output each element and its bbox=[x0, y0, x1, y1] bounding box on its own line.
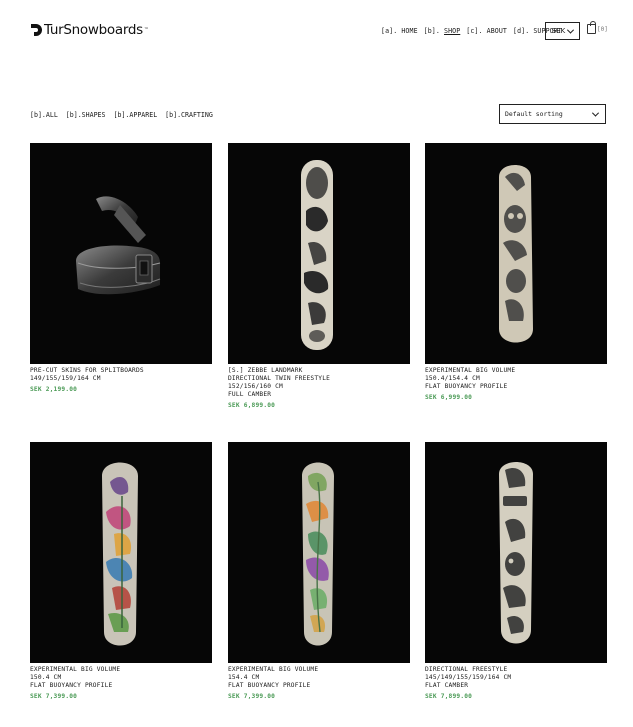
product-image[interactable] bbox=[425, 442, 607, 663]
product-spec: FLAT BUOYANCY PROFILE bbox=[30, 682, 113, 689]
product-card[interactable]: EXPERIMENTAL BIG VOLUME 150.4 CM FLAT BU… bbox=[30, 442, 212, 700]
product-image[interactable] bbox=[425, 143, 607, 364]
product-image[interactable] bbox=[30, 143, 212, 364]
product-spec: FLAT BUOYANCY PROFILE bbox=[228, 682, 311, 689]
currency-value: SEK bbox=[551, 27, 566, 35]
brand-name: TurSnowboards bbox=[44, 22, 143, 38]
product-spec: 149/155/159/164 CM bbox=[30, 375, 101, 382]
product-card[interactable]: [S.] ZEBBE LANDMARK DIRECTIONAL TWIN FRE… bbox=[228, 143, 410, 409]
product-image[interactable] bbox=[228, 143, 410, 364]
product-price: SEK 7,399.00 bbox=[30, 693, 78, 700]
nav-shop[interactable]: [b]. SHOP bbox=[424, 27, 461, 35]
product-name[interactable]: [S.] ZEBBE LANDMARK bbox=[228, 367, 410, 375]
product-card[interactable]: DIRECTIONAL FREESTYLE 145/149/155/159/16… bbox=[425, 442, 607, 700]
product-spec: FLAT CAMBER bbox=[425, 682, 469, 689]
nav-tag: [b]. bbox=[423, 27, 440, 35]
product-price: SEK 6,899.00 bbox=[228, 402, 276, 409]
sort-dropdown[interactable]: Default sorting bbox=[499, 104, 606, 124]
floral-board-image bbox=[102, 462, 138, 646]
product-card[interactable]: EXPERIMENTAL BIG VOLUME 154.4 CM FLAT BU… bbox=[228, 442, 410, 700]
product-spec: 154.4 CM bbox=[228, 674, 260, 681]
product-name[interactable]: EXPERIMENTAL BIG VOLUME bbox=[228, 666, 410, 674]
product-name[interactable]: EXPERIMENTAL BIG VOLUME bbox=[30, 666, 212, 674]
brand-logo[interactable]: TurSnowboards ™ bbox=[30, 22, 149, 38]
leaf-board-image bbox=[302, 462, 334, 646]
duck-board-image bbox=[499, 462, 533, 644]
skins-roll-image bbox=[76, 196, 161, 295]
currency-selector[interactable]: SEK bbox=[545, 22, 580, 40]
product-spec: 152/156/160 CM bbox=[228, 383, 283, 390]
product-name[interactable]: DIRECTIONAL FREESTYLE bbox=[425, 666, 607, 674]
nav-about[interactable]: [c]. ABOUT bbox=[466, 27, 507, 35]
logo-mark-icon bbox=[31, 24, 42, 36]
sort-selected-value: Default sorting bbox=[505, 110, 563, 118]
shopping-bag-icon bbox=[587, 21, 596, 34]
filter-shapes[interactable]: [b].SHAPES bbox=[66, 111, 106, 119]
filter-apparel[interactable]: [b].APPAREL bbox=[114, 111, 158, 119]
filter-all[interactable]: [b].ALL bbox=[30, 111, 58, 119]
product-spec: 150.4/154.4 CM bbox=[425, 375, 480, 382]
nav-label: HOME bbox=[401, 27, 418, 35]
product-card[interactable]: PRE-CUT SKINS FOR SPLITBOARDS 149/155/15… bbox=[30, 143, 212, 393]
product-spec: FULL CAMBER bbox=[228, 391, 272, 398]
chevron-down-icon bbox=[567, 26, 575, 34]
product-spec: DIRECTIONAL TWIN FREESTYLE bbox=[228, 375, 331, 382]
birds-board-image bbox=[301, 160, 333, 350]
cart-button[interactable]: [0] bbox=[587, 21, 608, 34]
product-name[interactable]: EXPERIMENTAL BIG VOLUME bbox=[425, 367, 607, 375]
nav-label: ABOUT bbox=[486, 27, 507, 35]
trademark-symbol: ™ bbox=[143, 27, 149, 33]
product-spec: 145/149/155/159/164 CM bbox=[425, 674, 512, 681]
filter-crafting[interactable]: [b].CRAFTING bbox=[165, 111, 213, 119]
nav-tag: [c]. bbox=[466, 27, 483, 35]
nav-label: SHOP bbox=[444, 27, 461, 35]
product-price: SEK 6,999.00 bbox=[425, 394, 473, 401]
product-spec: 150.4 CM bbox=[30, 674, 62, 681]
chevron-down-icon bbox=[591, 109, 600, 117]
product-image[interactable] bbox=[228, 442, 410, 663]
nav-tag: [d]. bbox=[513, 27, 530, 35]
category-filters: [b].ALL [b].SHAPES [b].APPAREL [b].CRAFT… bbox=[30, 111, 213, 119]
product-card[interactable]: EXPERIMENTAL BIG VOLUME 150.4/154.4 CM F… bbox=[425, 143, 607, 401]
nav-tag: [a]. bbox=[381, 27, 398, 35]
product-price: SEK 2,199.00 bbox=[30, 386, 78, 393]
product-image[interactable] bbox=[30, 442, 212, 663]
product-spec: FLAT BUOYANCY PROFILE bbox=[425, 383, 508, 390]
main-nav: [a]. HOME [b]. SHOP [c]. ABOUT [d]. SUPP… bbox=[381, 27, 562, 35]
owl-board-image bbox=[499, 165, 533, 343]
cart-count: [0] bbox=[597, 25, 608, 33]
product-name[interactable]: PRE-CUT SKINS FOR SPLITBOARDS bbox=[30, 367, 212, 375]
product-price: SEK 7,399.00 bbox=[228, 693, 276, 700]
nav-home[interactable]: [a]. HOME bbox=[381, 27, 418, 35]
product-price: SEK 7,899.00 bbox=[425, 693, 473, 700]
